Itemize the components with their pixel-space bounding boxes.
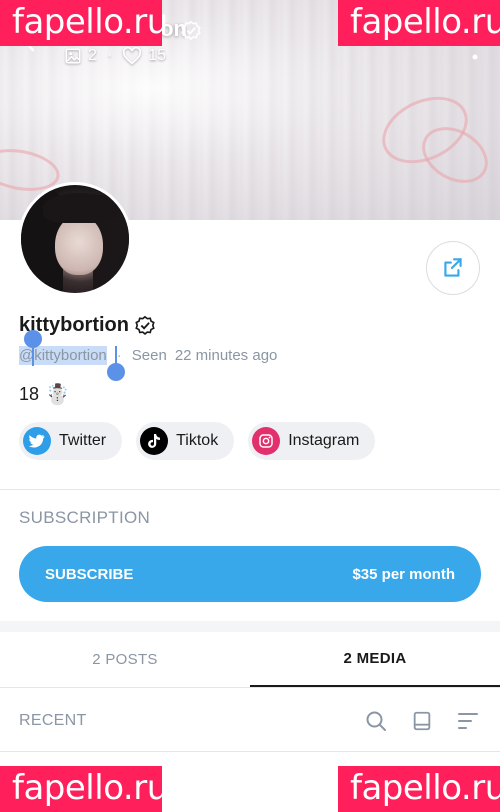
verified-badge-icon [135,315,155,335]
instagram-icon [252,427,281,455]
search-icon[interactable] [363,708,389,734]
twitter-icon [23,427,51,455]
sort-icon[interactable] [455,708,481,734]
profile-bio: 18 ☃️ [19,382,70,407]
selection-start-handle[interactable] [24,330,42,348]
social-links: Twitter Tiktok Instagram [19,422,376,460]
social-link-twitter[interactable]: Twitter [19,422,123,460]
social-link-tiktok[interactable]: Tiktok [136,422,235,460]
feed-toolbar: RECENT [0,690,500,752]
social-link-instagram[interactable]: Instagram [248,422,376,460]
seen-label: Seen [131,347,167,364]
subscribe-price: $35 per month [352,565,455,583]
watermark: fapello.ru [338,0,500,46]
avatar[interactable] [18,182,132,296]
seen-time: 22 minutes ago [174,347,278,364]
feed-label: RECENT [19,711,87,729]
subscribe-label: SUBSCRIBE [45,565,134,583]
social-label: Instagram [288,432,360,449]
image-icon [65,48,81,64]
grid-view-icon[interactable] [409,708,435,734]
selection-end-handle[interactable] [107,363,125,381]
divider [0,489,500,490]
tab-posts[interactable]: 2 POSTS [0,632,250,687]
likes-count: 15 [148,47,167,64]
bio-emoji: ☃️ [45,384,70,406]
heart-icon [123,47,142,65]
watermark: fapello.ru [338,766,500,812]
bio-text: 18 [19,384,40,404]
tiktok-icon [140,427,169,455]
watermark: fapello.ru [0,0,168,46]
tab-media[interactable]: 2 MEDIA [250,632,500,687]
share-button[interactable] [426,241,480,295]
selection-handle-line [32,346,34,366]
photos-count: 2 [88,47,97,64]
handle-row: @kittybortion · Seen 22 minutes ago [19,346,278,365]
subscription-title: SUBSCRIPTION [19,508,151,527]
social-label: Tiktok [176,432,219,449]
section-separator [0,621,500,632]
profile-tabs: 2 POSTS 2 MEDIA [0,632,500,688]
subscribe-button[interactable]: SUBSCRIBE $35 per month [19,546,481,602]
verified-badge-icon [180,20,202,42]
share-icon [444,258,462,277]
social-label: Twitter [59,432,107,449]
watermark: fapello.ru [0,766,168,812]
profile-stats: 2 · 15 [64,47,166,65]
